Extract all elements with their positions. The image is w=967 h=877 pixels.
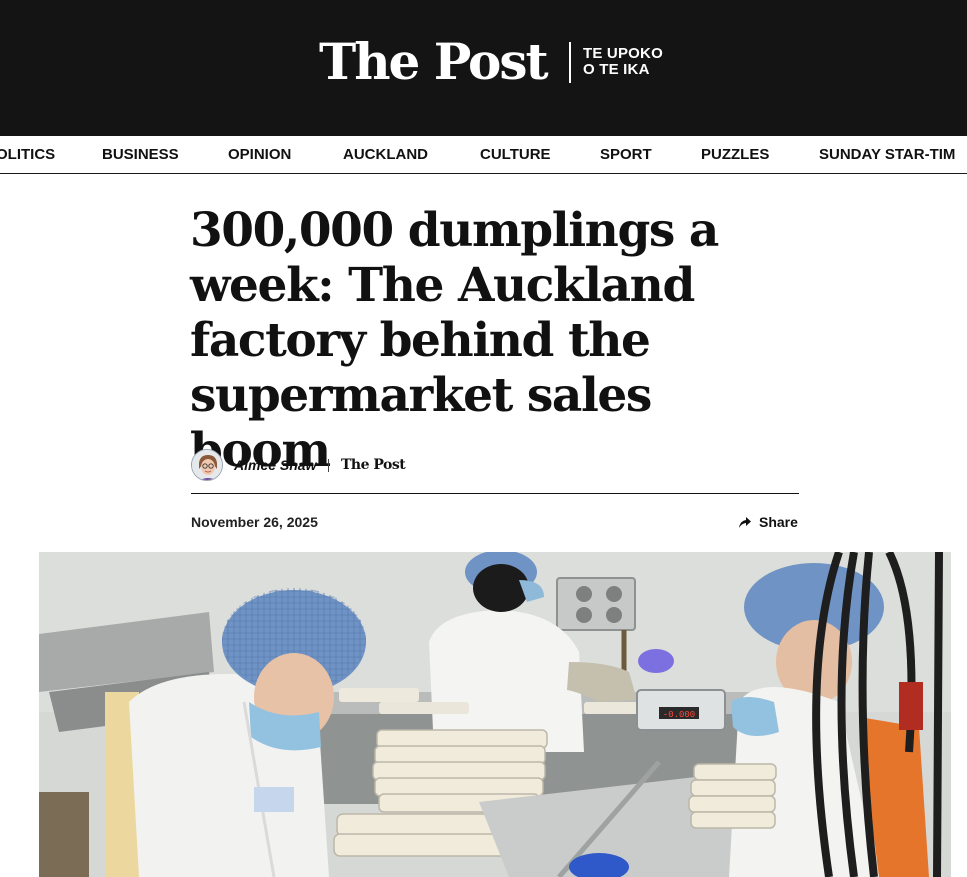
article-headline: 300,000 dumplings a week: The Auckland f… — [190, 203, 719, 478]
nav-item-culture[interactable]: CULTURE — [480, 136, 551, 173]
publish-date: November 26, 2025 — [191, 514, 318, 530]
logo-subtitle-line-2: O TE IKA — [583, 61, 650, 78]
share-arrow-icon — [739, 517, 751, 528]
author-avatar[interactable] — [191, 449, 223, 481]
section-nav: OLITICS BUSINESS OPINION AUCKLAND CULTUR… — [0, 136, 967, 174]
logo-subtitle-line-1: TE UPOKO — [583, 45, 663, 62]
author-name[interactable]: Aimee Shaw — [234, 457, 316, 473]
nav-item-sport[interactable]: SPORT — [600, 136, 652, 173]
logo-divider — [569, 42, 571, 83]
masthead: The Post TE UPOKO O TE IKA — [0, 0, 967, 136]
hero-photo: -0.000 — [39, 552, 951, 877]
nav-item-politics[interactable]: OLITICS — [0, 136, 55, 173]
nav-item-auckland[interactable]: AUCKLAND — [343, 136, 428, 173]
nav-item-opinion[interactable]: OPINION — [228, 136, 291, 173]
site-logo[interactable]: The Post — [319, 30, 549, 94]
share-label: Share — [759, 514, 798, 530]
dumpling-factory-photo: -0.000 — [39, 552, 951, 877]
nav-item-puzzles[interactable]: PUZZLES — [701, 136, 769, 173]
nav-item-business[interactable]: BUSINESS — [102, 136, 179, 173]
byline-divider — [328, 459, 329, 472]
logo-subtitle: TE UPOKO O TE IKA — [583, 46, 663, 78]
byline-rule — [191, 493, 799, 494]
scale-display: -0.000 — [663, 710, 695, 720]
share-button[interactable]: Share — [738, 513, 798, 531]
nav-item-sunday-star-times[interactable]: SUNDAY STAR-TIM — [819, 136, 955, 173]
publication-logo: The Post — [341, 457, 406, 473]
